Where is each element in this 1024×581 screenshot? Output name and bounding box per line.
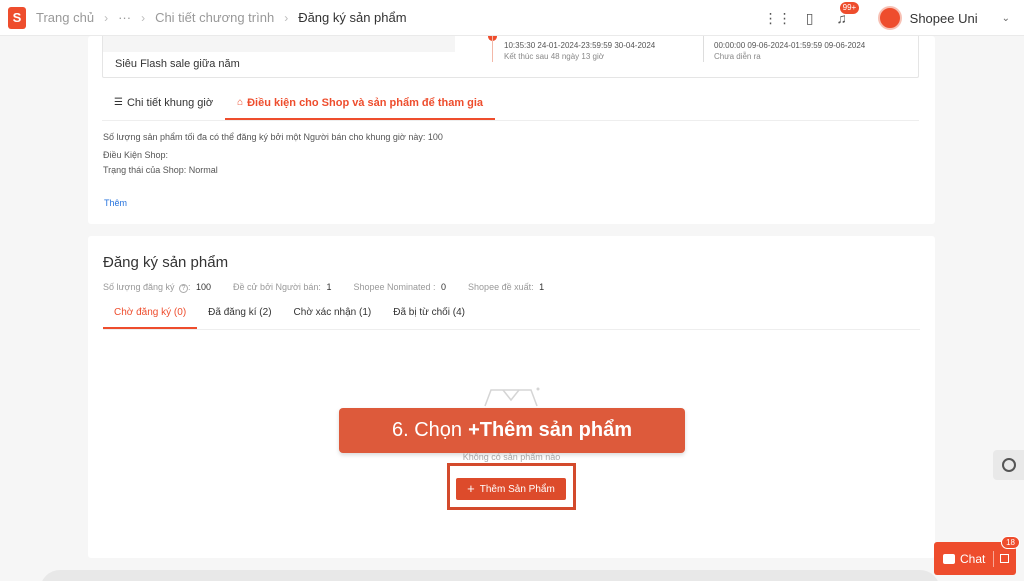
instruction-banner: 6. Chọn +Thêm sản phẩm [339, 408, 685, 453]
notification-badge: 99+ [839, 2, 860, 14]
chevron-right-icon: › [284, 10, 289, 25]
breadcrumb: Trang chủ › ··· › Chi tiết chương trình … [36, 10, 407, 25]
stat-value: 0 [441, 282, 447, 292]
breadcrumb-home[interactable]: Trang chủ [36, 10, 94, 25]
timeline-divider [492, 36, 493, 62]
max-products-text: Số lượng sản phẩm tối đa có thể đăng ký … [103, 132, 443, 142]
time-slot-1-range: 10:35:30 24-01-2024-23:59:59 30-04-2024 [504, 41, 656, 50]
bell-icon[interactable]: ♫ 99+ [832, 2, 860, 28]
shopee-logo-icon[interactable]: S [8, 6, 26, 29]
shop-icon: ⌂ [237, 97, 244, 108]
avatar[interactable] [877, 6, 902, 30]
support-headset-icon[interactable] [993, 450, 1024, 480]
empty-box-icon [484, 387, 540, 407]
shop-conditions-label: Điều Kiện Shop: [103, 150, 169, 160]
plus-icon: + [467, 481, 475, 496]
stat-label: Đề cử bởi Người bán: [233, 282, 321, 292]
instruction-text: 6. Chọn [392, 419, 463, 441]
time-slot-2-range: 00:00:00 09-06-2024-01:59:59 09-06-2024 [714, 41, 866, 50]
program-name: Siêu Flash sale giữa năm [115, 58, 240, 70]
shop-status-text: Trạng thái của Shop: Normal [103, 165, 218, 175]
help-icon[interactable]: ? [178, 284, 188, 293]
chevron-right-icon: › [104, 10, 109, 25]
chat-bubble-icon [943, 553, 955, 564]
tab-pending-registration[interactable]: Chờ đăng ký (0) [103, 304, 198, 329]
instruction-bold-text: +Thêm sản phẩm [468, 419, 632, 441]
program-detail-card: Siêu Flash sale giữa năm 10:35:30 24-01-… [88, 36, 935, 224]
book-icon[interactable]: ▯ [800, 8, 820, 28]
stat-seller-nominated: Đề cử bởi Người bán: 1 [233, 282, 331, 293]
tab-slot-detail-label: Chi tiết khung giờ [126, 97, 214, 109]
add-product-button[interactable]: + Thêm Sản Phẩm [456, 478, 566, 500]
tab-registered[interactable]: Đã đăng kí (2) [197, 304, 282, 329]
registration-stats: Số lượng đăng ký ?: 100 Đề cử bởi Người … [103, 282, 566, 293]
list-icon: ☰ [114, 97, 123, 108]
chat-button[interactable]: Chat 18 [934, 536, 1020, 575]
chevron-down-icon[interactable]: ⌄ [1002, 13, 1010, 24]
stat-label: Shopee đề xuất: [468, 282, 534, 292]
registration-tabs: Chờ đăng ký (0) Đã đăng kí (2) Chờ xác n… [103, 304, 476, 329]
timeline-divider [703, 36, 704, 62]
tab-slot-detail[interactable]: ☰ Chi tiết khung giờ [102, 92, 225, 120]
stat-value: 1 [326, 282, 332, 292]
chat-badge: 18 [1001, 536, 1020, 549]
breadcrumb-program-detail[interactable]: Chi tiết chương trình [155, 10, 274, 25]
slot-strip [103, 36, 455, 52]
stat-registered: Số lượng đăng ký ?: 100 [103, 282, 212, 293]
shop-name[interactable]: Shopee Uni [910, 11, 978, 26]
stat-value: 100 [196, 282, 212, 292]
add-product-button-label: Thêm Sản Phẩm [479, 483, 555, 495]
tab-rejected[interactable]: Đã bị từ chối (4) [382, 304, 476, 329]
minimize-icon[interactable] [1000, 554, 1010, 563]
bottom-panel-edge [40, 570, 940, 581]
support-ring [1001, 458, 1016, 472]
tab-conditions[interactable]: ⌂ Điều kiện cho Shop và sản phẩm để tham… [225, 92, 496, 120]
time-slot-1: 10:35:30 24-01-2024-23:59:59 30-04-2024 … [504, 40, 655, 62]
more-link[interactable]: Thêm [104, 198, 127, 208]
tab-divider [102, 120, 919, 121]
program-slot-box: Siêu Flash sale giữa năm 10:35:30 24-01-… [102, 36, 919, 78]
chat-label: Chat [960, 551, 986, 566]
stat-value: 1 [539, 282, 545, 292]
time-slot-1-status: Kết thúc sau 48 ngày 13 giờ [504, 52, 604, 61]
time-slot-2: 00:00:00 09-06-2024-01:59:59 09-06-2024 … [714, 40, 865, 62]
divider [993, 550, 995, 567]
chevron-right-icon: › [141, 10, 146, 25]
tab-conditions-label: Điều kiện cho Shop và sản phẩm để tham g… [247, 97, 484, 109]
breadcrumb-ellipsis[interactable]: ··· [118, 10, 131, 25]
stat-shopee-nominated: Shopee Nominated : 0 [353, 282, 446, 293]
breadcrumb-current: Đăng ký sản phẩm [298, 10, 407, 25]
apps-grid-icon[interactable]: ⋮⋮ [764, 8, 792, 28]
top-bar: S Trang chủ › ··· › Chi tiết chương trìn… [0, 0, 1024, 36]
detail-tabs: ☰ Chi tiết khung giờ ⌂ Điều kiện cho Sho… [102, 92, 496, 120]
tab-divider [103, 329, 920, 330]
empty-state-text: Không có sản phẩm nào [462, 452, 561, 462]
stat-shopee-suggested: Shopee đề xuất: 1 [468, 282, 544, 293]
tab-awaiting-confirmation[interactable]: Chờ xác nhận (1) [283, 304, 383, 329]
section-title: Đăng ký sản phẩm [103, 254, 229, 271]
time-slot-2-status: Chưa diễn ra [714, 52, 761, 61]
stat-label: Số lượng đăng ký [103, 282, 175, 292]
stat-label: Shopee Nominated : [353, 282, 436, 292]
